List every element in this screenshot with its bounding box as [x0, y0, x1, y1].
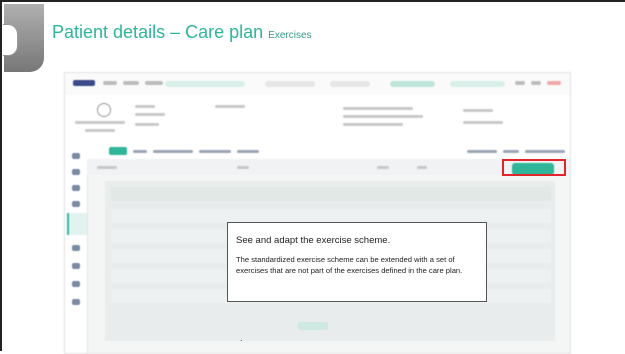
nav-item-icon[interactable] — [72, 169, 80, 175]
nav-item-icon[interactable] — [72, 299, 80, 305]
slide-canvas: Patient details – Care plan Exercises Se… — [0, 0, 625, 354]
patient-info-line — [343, 107, 413, 110]
app-logo — [73, 80, 95, 86]
patient-info-line — [135, 105, 155, 108]
patient-id-line — [85, 129, 115, 132]
tab-active[interactable] — [109, 147, 127, 155]
topbar-pill[interactable] — [165, 81, 245, 87]
left-nav — [65, 145, 88, 353]
patient-info-line — [343, 123, 403, 126]
slide-title: Patient details – Care plan Exercises — [52, 22, 312, 43]
patient-name-line — [75, 121, 125, 124]
topbar-pill[interactable] — [450, 81, 505, 87]
nav-item-icon[interactable] — [72, 201, 80, 207]
nav-item-icon[interactable] — [72, 185, 80, 191]
tab-item[interactable] — [133, 150, 147, 153]
slide-title-sub: Exercises — [268, 30, 312, 41]
tab-item[interactable] — [525, 150, 565, 153]
topbar-nav-item[interactable] — [145, 81, 163, 85]
highlight-box — [502, 159, 566, 176]
binder-ring — [3, 24, 18, 56]
tab-item[interactable] — [199, 150, 231, 153]
avatar-icon — [97, 103, 111, 117]
patient-info-line — [135, 123, 159, 126]
tab-item[interactable] — [503, 150, 519, 153]
nav-item-icon[interactable] — [72, 263, 80, 269]
topbar-pill[interactable] — [390, 81, 435, 87]
binder-decoration — [3, 4, 44, 74]
slide-title-main: Patient details – Care plan — [52, 22, 264, 42]
list-item[interactable] — [111, 187, 551, 201]
filter-field[interactable] — [417, 166, 427, 169]
careplan-tabs — [87, 145, 570, 159]
topbar-user-item[interactable] — [515, 81, 525, 85]
patient-info-line — [343, 115, 423, 118]
topbar-user-item[interactable] — [547, 81, 561, 85]
patient-info-line — [135, 113, 165, 116]
nav-item-icon[interactable] — [72, 245, 80, 251]
background-button — [298, 322, 328, 330]
topbar-nav-item[interactable] — [103, 81, 117, 85]
filter-field[interactable] — [237, 166, 249, 169]
topbar-nav-item[interactable] — [123, 81, 139, 85]
filter-row — [87, 159, 570, 175]
tab-item[interactable] — [467, 150, 497, 153]
patient-info-line — [463, 109, 493, 112]
tab-item[interactable] — [153, 150, 193, 153]
nav-item-icon[interactable] — [72, 281, 80, 287]
topbar-pill[interactable] — [330, 81, 370, 87]
nav-item-icon[interactable] — [72, 153, 80, 159]
filter-field[interactable] — [377, 166, 389, 169]
tab-item[interactable] — [237, 150, 259, 153]
topbar-user-item[interactable] — [531, 81, 541, 85]
callout-heading: See and adapt the exercise scheme. — [236, 235, 391, 246]
patient-info-line — [463, 121, 503, 124]
nav-item-active[interactable] — [67, 213, 87, 235]
app-topbar — [65, 73, 570, 96]
callout-body: The standardized exercise scheme can be … — [236, 255, 463, 275]
list-item[interactable] — [111, 209, 551, 223]
footer-mark: . — [240, 333, 243, 343]
patient-header — [65, 95, 570, 146]
filter-label — [97, 166, 117, 169]
callout-box: See and adapt the exercise scheme. The s… — [227, 222, 487, 302]
app-screenshot — [64, 72, 571, 354]
patient-info-line — [215, 105, 245, 108]
topbar-pill[interactable] — [265, 81, 315, 87]
